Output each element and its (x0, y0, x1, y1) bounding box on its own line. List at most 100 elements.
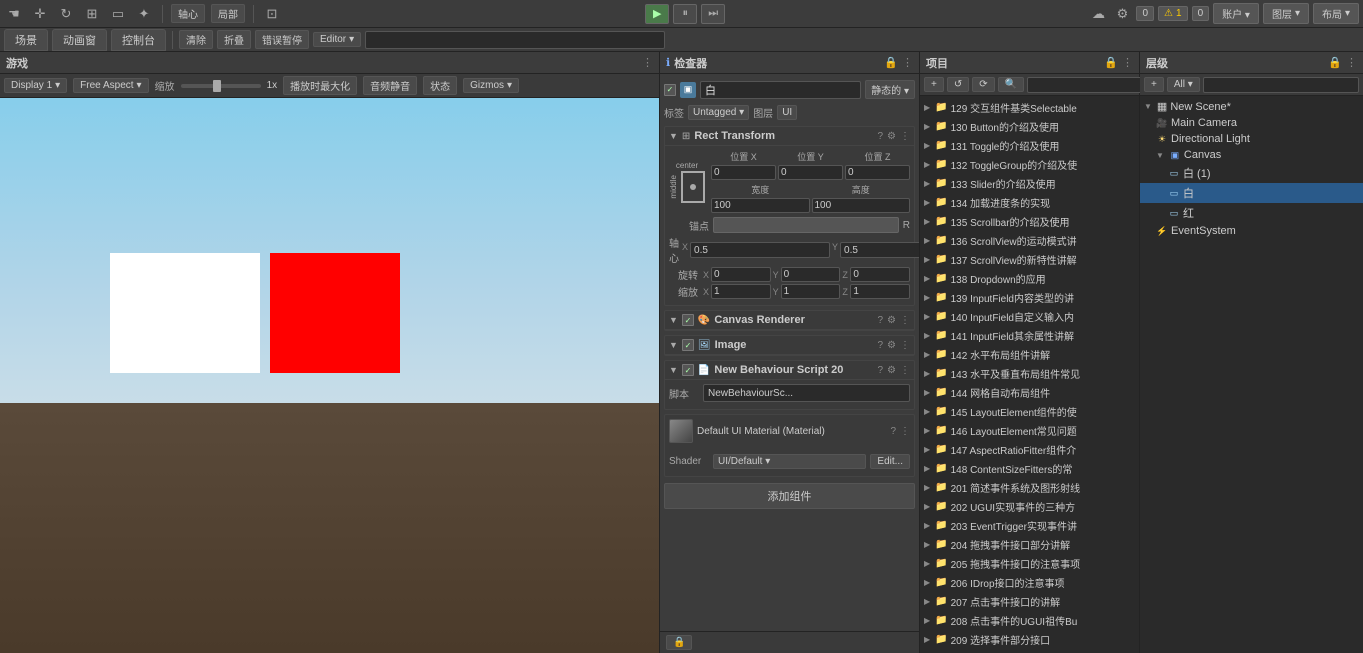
script-checkbox[interactable]: ✓ (682, 364, 694, 376)
refresh-button[interactable]: ⟳ (972, 77, 994, 92)
project-item[interactable]: ▶ 📁 206 IDrop接口的注意事项 (920, 573, 1139, 592)
inspector-bottom-dropdown[interactable]: 🔒 (666, 635, 692, 650)
hierarchy-directional-light[interactable]: ☀ Directional Light (1140, 131, 1363, 147)
pos-z-input[interactable] (845, 165, 910, 180)
rect-transform-settings-icon[interactable]: ⚙ (887, 131, 896, 142)
hierarchy-add-button[interactable]: + (1144, 77, 1164, 92)
hierarchy-main-camera[interactable]: 🎥 Main Camera (1140, 115, 1363, 131)
script-header[interactable]: ▼ ✓ 📄 New Behaviour Script 20 ? ⚙ ⋮ (665, 361, 914, 380)
script-settings-icon[interactable]: ⚙ (887, 365, 896, 376)
rect-transform-more-icon[interactable]: ⋮ (900, 131, 910, 142)
project-item[interactable]: ▶ 📁 136 ScrollView的运动模式讲 (920, 231, 1139, 250)
create-button[interactable]: + (924, 77, 944, 92)
shader-edit-button[interactable]: Edit... (870, 454, 910, 469)
project-item[interactable]: ▶ 📁 130 Button的介绍及使用 (920, 117, 1139, 136)
project-lock-icon[interactable]: 🔒 (1104, 56, 1118, 69)
maximize-button[interactable]: 播放时最大化 (283, 76, 357, 95)
canvas-renderer-header[interactable]: ▼ ✓ 🎨 Canvas Renderer ? ⚙ ⋮ (665, 311, 914, 330)
collapse-button[interactable]: 折叠 (217, 30, 251, 49)
project-item[interactable]: ▶ 📁 205 拖拽事件接口的注意事项 (920, 554, 1139, 573)
mute-button[interactable]: 音频静音 (363, 76, 417, 95)
pause-button[interactable]: ⏸ (673, 4, 697, 24)
image-help-icon[interactable]: ? (877, 340, 883, 351)
message-badge[interactable]: 0 (1192, 6, 1210, 21)
active-checkbox[interactable]: ✓ (664, 84, 676, 96)
tab-scene[interactable]: 场景 (4, 29, 48, 51)
project-item[interactable]: ▶ 📁 148 ContentSizeFitters的常 (920, 459, 1139, 478)
project-item[interactable]: ▶ 📁 129 交互组件基类Selectable (920, 98, 1139, 117)
anchor-r-btn[interactable]: R (903, 220, 910, 231)
extra-tool-icon[interactable]: ⊡ (262, 4, 282, 24)
hierarchy-ui-hong[interactable]: ▭ 红 (1140, 203, 1363, 223)
project-item[interactable]: ▶ 📁 147 AspectRatioFitter组件介 (920, 440, 1139, 459)
hierarchy-filter-button[interactable]: All ▾ (1167, 77, 1200, 92)
aspect-dropdown[interactable]: Free Aspect ▾ (73, 78, 148, 93)
cloud-icon[interactable]: ⚙ (1112, 4, 1132, 24)
project-item[interactable]: ▶ 📁 132 ToggleGroup的介绍及使 (920, 155, 1139, 174)
image-header[interactable]: ▼ ✓ 🖼 Image ? ⚙ ⋮ (665, 336, 914, 355)
scale-slider[interactable] (181, 84, 261, 88)
rect-tool-icon[interactable]: ▭ (108, 4, 128, 24)
project-item[interactable]: ▶ 📁 202 UGUI实现事件的三种方 (920, 497, 1139, 516)
editor-dropdown[interactable]: Editor ▾ (313, 32, 361, 47)
rot-z-input[interactable] (850, 267, 910, 282)
error-badge[interactable]: 0 (1136, 6, 1154, 21)
transform-tool-icon[interactable]: ✦ (134, 4, 154, 24)
project-item[interactable]: ▶ 📁 210 系统按键接口 (920, 649, 1139, 653)
script-more-icon[interactable]: ⋮ (900, 365, 910, 376)
project-item[interactable]: ▶ 📁 208 点击事件的UGUI祖传Bu (920, 611, 1139, 630)
shader-select[interactable]: UI/Default ▾ (713, 454, 866, 469)
rot-y-input[interactable] (781, 267, 841, 282)
play-button[interactable]: ▶ (645, 4, 669, 24)
pos-x-input[interactable] (711, 165, 776, 180)
gizmos-button[interactable]: Gizmos ▾ (463, 78, 519, 93)
rect-transform-header[interactable]: ▼ ⊞ Rect Transform ? ⚙ ⋮ (665, 127, 914, 146)
game-panel-menu-icon[interactable]: ⋮ (642, 56, 653, 69)
width-input[interactable] (711, 198, 810, 213)
error-pause-button[interactable]: 错误暂停 (255, 30, 309, 49)
project-item[interactable]: ▶ 📁 145 LayoutElement组件的使 (920, 402, 1139, 421)
project-item[interactable]: ▶ 📁 137 ScrollView的新特性讲解 (920, 250, 1139, 269)
project-item[interactable]: ▶ 📁 207 点击事件接口的讲解 (920, 592, 1139, 611)
hierarchy-canvas[interactable]: ▼ ▣ Canvas (1140, 147, 1363, 163)
warning-badge[interactable]: ⚠ 1 (1158, 6, 1188, 21)
rot-x-input[interactable] (711, 267, 771, 282)
project-item[interactable]: ▶ 📁 134 加载进度条的实现 (920, 193, 1139, 212)
material-help-icon[interactable]: ? (890, 426, 896, 437)
project-item[interactable]: ▶ 📁 146 LayoutElement常见问题 (920, 421, 1139, 440)
tab-animation[interactable]: 动画窗 (52, 29, 107, 51)
scale-x-input[interactable] (711, 284, 771, 299)
hierarchy-ui-bai1[interactable]: ▭ 白 (1) (1140, 163, 1363, 183)
object-name-input[interactable] (700, 81, 861, 99)
scale-tool-icon[interactable]: ⊞ (82, 4, 102, 24)
image-checkbox[interactable]: ✓ (682, 339, 694, 351)
project-menu-icon[interactable]: ⋮ (1122, 56, 1133, 69)
inspector-lock-icon[interactable]: 🔒 (884, 56, 898, 69)
stats-button[interactable]: 状态 (423, 76, 457, 95)
project-item[interactable]: ▶ 📁 133 Slider的介绍及使用 (920, 174, 1139, 193)
hierarchy-event-system[interactable]: ⚡ EventSystem (1140, 223, 1363, 239)
project-item[interactable]: ▶ 📁 209 选择事件部分接口 (920, 630, 1139, 649)
canvas-renderer-checkbox[interactable]: ✓ (682, 314, 694, 326)
project-item[interactable]: ▶ 📁 144 网格自动布局组件 (920, 383, 1139, 402)
collab-icon[interactable]: ☁ (1088, 4, 1108, 24)
filter-button[interactable]: 🔍 (998, 77, 1024, 92)
scale-z-input[interactable] (850, 284, 910, 299)
project-item[interactable]: ▶ 📁 135 Scrollbar的介绍及使用 (920, 212, 1139, 231)
canvas-renderer-settings-icon[interactable]: ⚙ (887, 315, 896, 326)
layout-button[interactable]: 布局 ▾ (1313, 3, 1359, 24)
pos-y-input[interactable] (778, 165, 843, 180)
anchor-button[interactable] (713, 217, 899, 233)
material-more-icon[interactable]: ⋮ (900, 426, 910, 437)
script-help-icon[interactable]: ? (877, 365, 883, 376)
project-item[interactable]: ▶ 📁 131 Toggle的介绍及使用 (920, 136, 1139, 155)
project-item[interactable]: ▶ 📁 142 水平布局组件讲解 (920, 345, 1139, 364)
image-more-icon[interactable]: ⋮ (900, 340, 910, 351)
scale-y-input[interactable] (781, 284, 841, 299)
project-item[interactable]: ▶ 📁 140 InputField自定义输入内 (920, 307, 1139, 326)
height-input[interactable] (812, 198, 911, 213)
hierarchy-scene-root[interactable]: ▼ ▦ New Scene* (1140, 98, 1363, 115)
pivot-y-input[interactable] (840, 242, 919, 258)
move-tool-icon[interactable]: ✛ (30, 4, 50, 24)
layer-select[interactable]: UI (777, 105, 797, 120)
